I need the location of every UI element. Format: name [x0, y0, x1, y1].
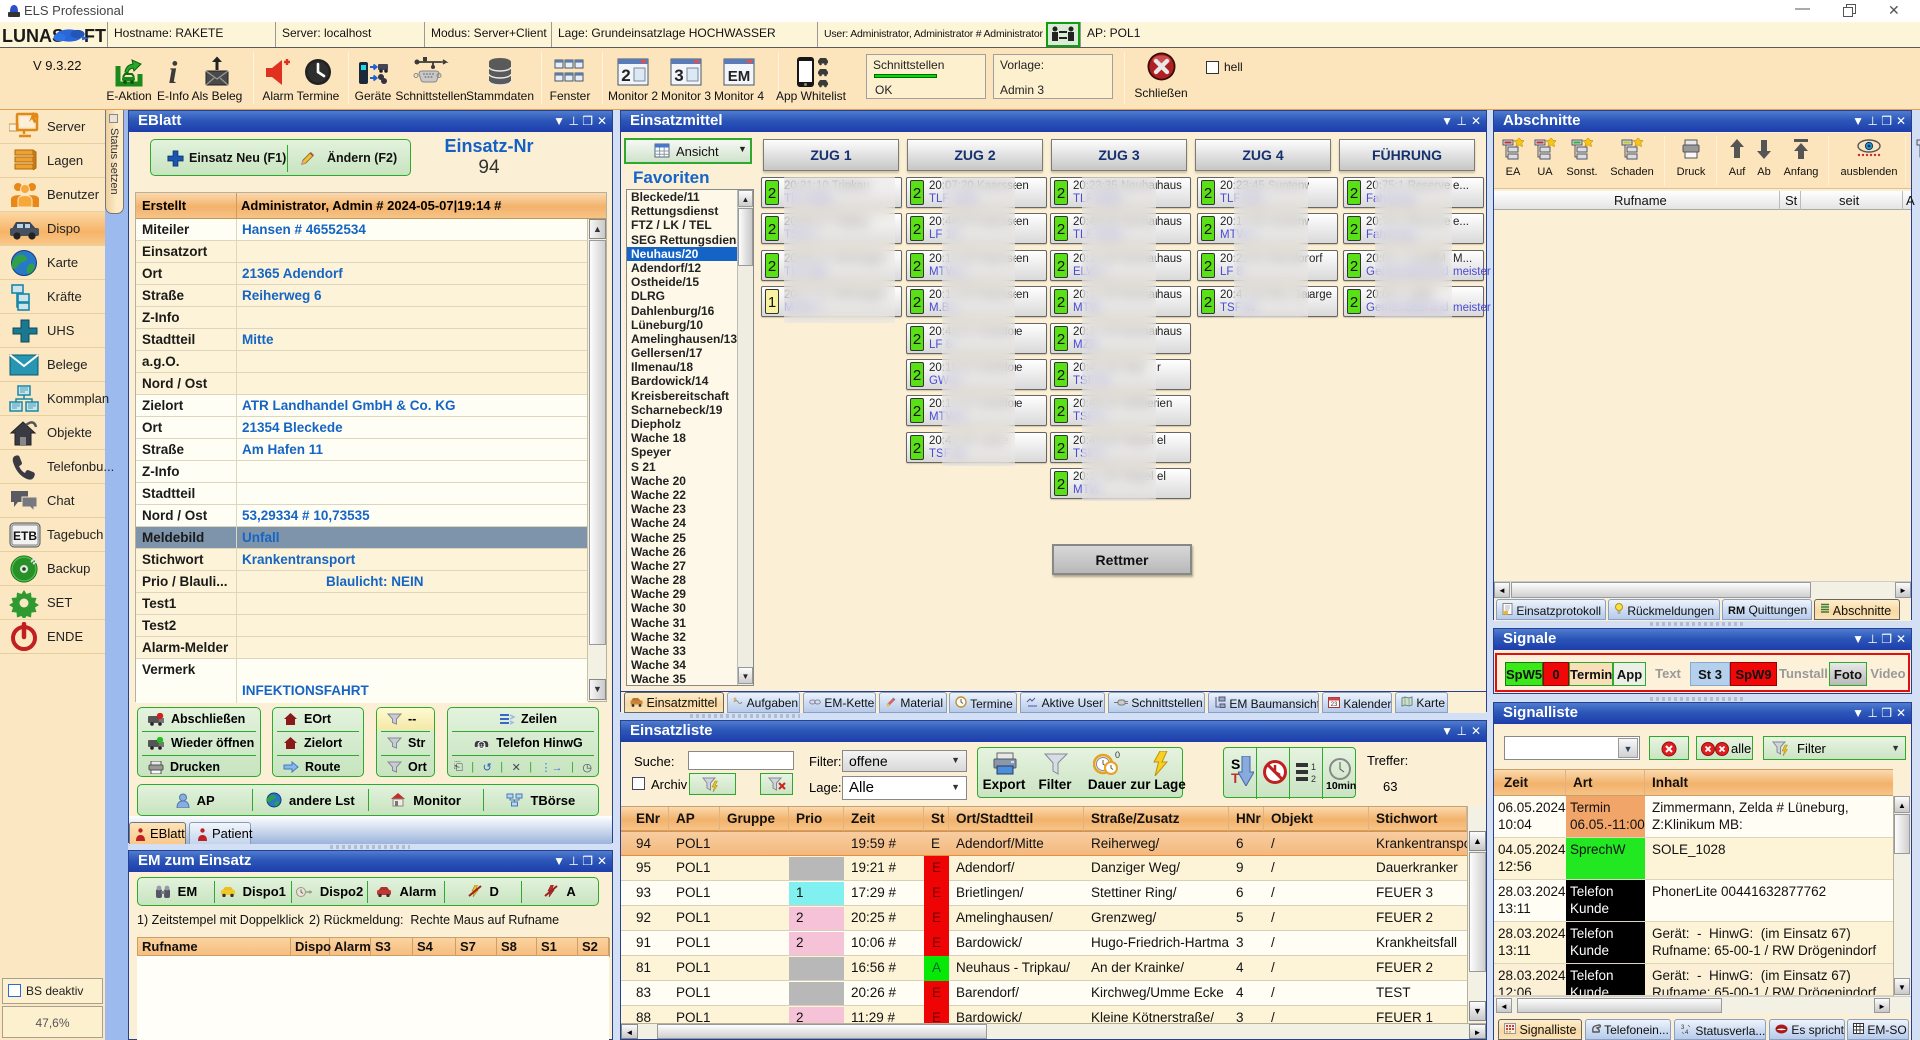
- svg-text:ETB: ETB: [13, 529, 37, 543]
- svg-text:0: 0: [1115, 750, 1120, 760]
- svg-text:1: 1: [1311, 762, 1316, 772]
- svg-text:3: 3: [674, 66, 683, 85]
- svg-text:i: i: [169, 56, 178, 88]
- svg-text:4: 4: [1685, 1030, 1689, 1035]
- svg-text:2: 2: [621, 66, 630, 85]
- svg-text:112: 112: [478, 743, 486, 748]
- svg-text:2: 2: [1311, 774, 1316, 783]
- svg-text:23: 23: [1331, 702, 1338, 708]
- svg-text:EM: EM: [728, 68, 751, 85]
